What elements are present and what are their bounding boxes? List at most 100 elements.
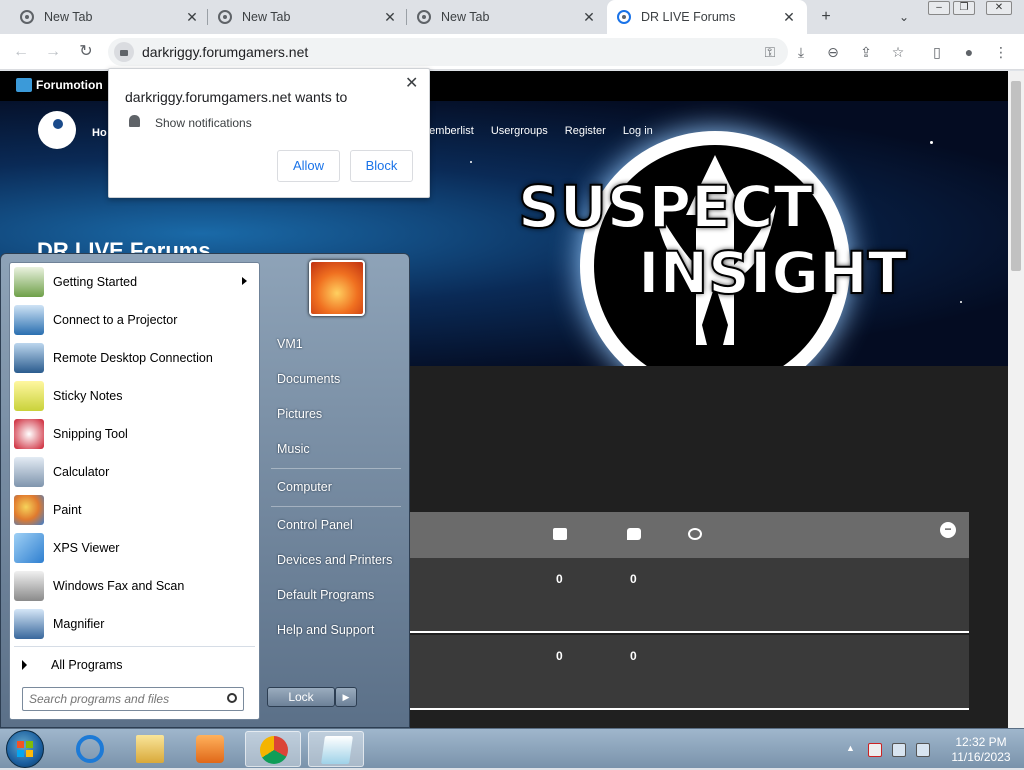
close-tab-icon[interactable]: ✕ xyxy=(184,9,200,26)
new-tab-button[interactable]: + xyxy=(815,6,837,28)
search-input[interactable] xyxy=(29,689,219,709)
share-icon[interactable]: ⇪ xyxy=(857,43,875,61)
close-tab-icon[interactable]: ✕ xyxy=(581,9,597,26)
download-icon[interactable]: ⤓ xyxy=(792,43,810,61)
program-magnifier[interactable]: Magnifier xyxy=(14,606,257,642)
program-label: Sticky Notes xyxy=(53,389,123,403)
network-icon[interactable] xyxy=(892,743,906,757)
nav-home-link[interactable]: Ho xyxy=(92,127,107,139)
menu-icon[interactable]: ⋮ xyxy=(992,43,1010,61)
all-programs-button[interactable]: All Programs xyxy=(18,653,253,677)
notepad-icon xyxy=(321,736,353,764)
forum-nav: Memberlist Usergroups Register Log in xyxy=(420,125,667,137)
scrollbar-thumb[interactable] xyxy=(1011,81,1021,271)
forward-button[interactable]: → xyxy=(42,42,64,62)
program-xps-viewer[interactable]: XPS Viewer xyxy=(14,530,257,566)
tab-new-tab-3[interactable]: New Tab ✕ xyxy=(407,0,607,34)
show-hidden-icons-icon[interactable]: ▲ xyxy=(846,743,860,757)
program-sticky-notes[interactable]: Sticky Notes xyxy=(14,378,257,414)
search-icon[interactable] xyxy=(227,693,237,703)
link-devices-and-printers[interactable]: Devices and Printers xyxy=(277,553,392,567)
url-text: darkriggy.forumgamers.net xyxy=(142,44,309,60)
forum-row[interactable]: 0 0 xyxy=(410,635,969,710)
media-player-icon xyxy=(196,735,224,763)
restore-button[interactable]: ❐ xyxy=(953,1,975,15)
chrome-icon xyxy=(260,736,288,764)
tab-dr-live-forums[interactable]: DR LIVE Forums ✕ xyxy=(607,0,807,34)
nav-usergroups[interactable]: Usergroups xyxy=(491,125,548,137)
link-pictures[interactable]: Pictures xyxy=(277,407,322,421)
program-snipping-tool[interactable]: Snipping Tool xyxy=(14,416,257,452)
clock-date: 11/16/2023 xyxy=(951,750,1011,764)
program-remote-desktop[interactable]: Remote Desktop Connection xyxy=(14,340,257,376)
close-tab-icon[interactable]: ✕ xyxy=(382,9,398,26)
taskbar-notepad[interactable] xyxy=(308,731,364,767)
profile-icon[interactable]: ● xyxy=(960,43,978,61)
link-documents[interactable]: Documents xyxy=(277,372,340,386)
taskbar-file-explorer[interactable] xyxy=(122,731,178,767)
key-icon[interactable]: ⚿ xyxy=(761,43,779,61)
tab-title: New Tab xyxy=(441,10,490,24)
back-button[interactable]: ← xyxy=(10,42,32,62)
side-panel-icon[interactable]: ▯ xyxy=(928,43,946,61)
close-icon[interactable]: ✕ xyxy=(405,73,418,93)
tab-new-tab-1[interactable]: New Tab ✕ xyxy=(10,0,210,34)
start-search-box[interactable] xyxy=(22,687,244,711)
forumotion-logo[interactable]: Forumotion xyxy=(16,78,103,92)
program-calculator[interactable]: Calculator xyxy=(14,454,257,490)
lock-button[interactable]: Lock xyxy=(267,687,335,707)
program-label: Remote Desktop Connection xyxy=(53,351,213,365)
lock-icon[interactable] xyxy=(114,42,134,62)
globe-icon xyxy=(617,10,631,24)
program-label: Calculator xyxy=(53,465,110,479)
volume-muted-icon[interactable] xyxy=(916,743,930,757)
action-center-icon[interactable] xyxy=(868,743,882,757)
system-tray: ▲ 12:32 PM 11/16/2023 xyxy=(840,731,1024,767)
paint-icon xyxy=(14,495,44,525)
address-bar[interactable]: darkriggy.forumgamers.net xyxy=(108,38,788,66)
nav-login[interactable]: Log in xyxy=(623,125,653,137)
close-window-button[interactable]: ✕ xyxy=(986,1,1012,15)
site-home-icon[interactable] xyxy=(38,111,76,149)
program-getting-started[interactable]: Getting Started xyxy=(14,264,257,300)
topics-count: 0 xyxy=(556,572,563,586)
reload-button[interactable]: ↻ xyxy=(75,42,97,62)
taskbar-internet-explorer[interactable] xyxy=(62,731,118,767)
block-button[interactable]: Block xyxy=(350,150,413,182)
shutdown-options-arrow-icon[interactable]: ▶ xyxy=(335,687,357,707)
tab-new-tab-2[interactable]: New Tab ✕ xyxy=(208,0,408,34)
program-label: Windows Fax and Scan xyxy=(53,579,185,593)
link-help-and-support[interactable]: Help and Support xyxy=(277,623,374,637)
bookmark-star-icon[interactable]: ☆ xyxy=(889,43,907,61)
allow-button[interactable]: Allow xyxy=(277,150,340,182)
link-music[interactable]: Music xyxy=(277,442,310,456)
forum-row[interactable]: 0 0 xyxy=(410,558,969,633)
collapse-category-icon[interactable]: − xyxy=(940,522,956,538)
program-paint[interactable]: Paint xyxy=(14,492,257,528)
tab-title: New Tab xyxy=(242,10,291,24)
link-control-panel[interactable]: Control Panel xyxy=(277,518,353,532)
divider xyxy=(14,646,255,647)
page-scrollbar[interactable] xyxy=(1008,71,1024,728)
tab-search-chevron-icon[interactable]: ⌄ xyxy=(893,6,915,28)
link-user-folder[interactable]: VM1 xyxy=(277,337,303,351)
clock[interactable]: 12:32 PM 11/16/2023 xyxy=(940,735,1022,765)
close-tab-icon[interactable]: ✕ xyxy=(781,9,797,26)
start-button[interactable] xyxy=(6,730,44,768)
link-default-programs[interactable]: Default Programs xyxy=(277,588,374,602)
program-connect-to-projector[interactable]: Connect to a Projector xyxy=(14,302,257,338)
link-computer[interactable]: Computer xyxy=(277,480,332,494)
zoom-out-icon[interactable]: ⊖ xyxy=(824,43,842,61)
taskbar-chrome[interactable] xyxy=(245,731,301,767)
user-picture[interactable] xyxy=(309,260,365,316)
program-label: Snipping Tool xyxy=(53,427,128,441)
last-post-clock-icon xyxy=(688,528,702,540)
minimize-button[interactable]: – xyxy=(928,1,950,15)
forum-table-header: − xyxy=(410,512,969,558)
start-menu: Getting Started Connect to a Projector R… xyxy=(0,253,410,728)
program-windows-fax-and-scan[interactable]: Windows Fax and Scan xyxy=(14,568,257,604)
taskbar-media-player[interactable] xyxy=(182,731,238,767)
logo-text-suspect: SUSPECT xyxy=(517,172,814,242)
program-label: Paint xyxy=(53,503,82,517)
nav-register[interactable]: Register xyxy=(565,125,606,137)
